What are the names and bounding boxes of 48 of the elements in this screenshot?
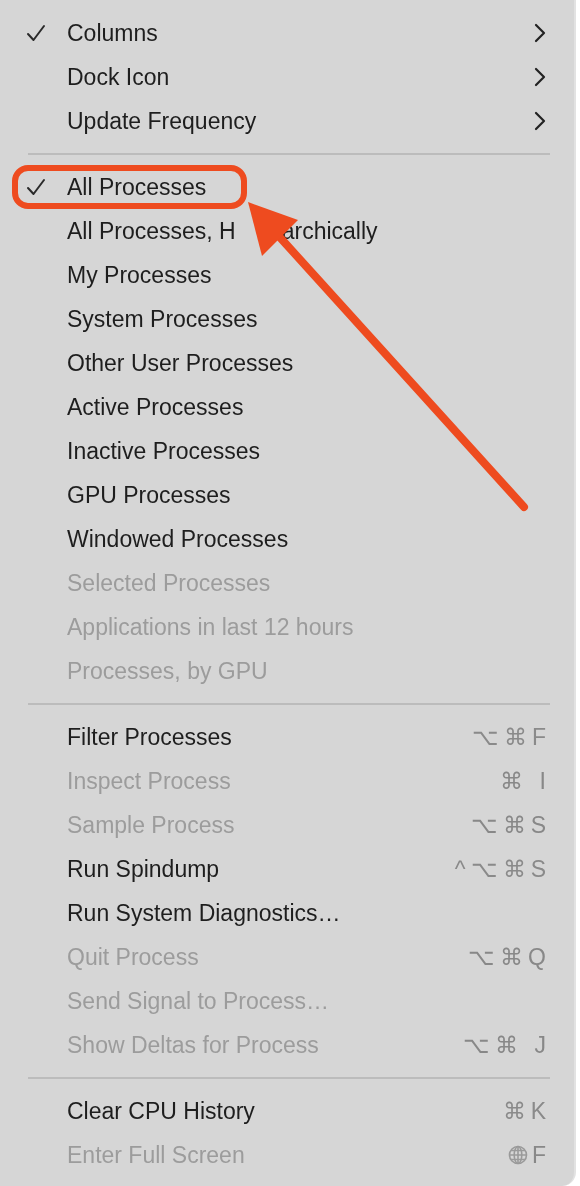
menu-item[interactable]: System Processes — [0, 297, 574, 341]
menu-item[interactable]: Update Frequency — [0, 99, 574, 143]
menu-item-label: Sample Process — [67, 811, 235, 839]
menu-item-label: My Processes — [67, 261, 212, 289]
keyboard-shortcut: ^⌥⌘S — [454, 855, 551, 883]
menu-item-label: All Processes, H — [67, 217, 236, 245]
menu-item[interactable]: Columns — [0, 11, 574, 55]
keyboard-shortcut: ⌥⌘F — [471, 723, 551, 751]
menu-item-label: System Processes — [67, 305, 258, 333]
menu-item-label: GPU Processes — [67, 481, 231, 509]
menu-item-label: Processes, by GPU — [67, 657, 268, 685]
menu-item[interactable]: Run Spindump ^⌥⌘S — [0, 847, 574, 891]
menu-item[interactable]: Other User Processes — [0, 341, 574, 385]
menu-item-label: Other User Processes — [67, 349, 294, 377]
menu-item-label: Update Frequency — [67, 107, 257, 135]
menu-item-label: Run Spindump — [67, 855, 220, 883]
keyboard-shortcut: ⌥⌘S — [470, 811, 551, 839]
menu-item-label: Quit Process — [67, 943, 199, 971]
menu-item[interactable]: Run System Diagnostics… — [0, 891, 574, 935]
keyboard-shortcut: ⌘ I — [500, 767, 551, 795]
menu-item-label: Show Deltas for Process — [67, 1031, 319, 1059]
menu-item-label: All Processes — [67, 173, 207, 201]
menu-item-label: Inspect Process — [67, 767, 231, 795]
menu-item[interactable]: My Processes — [0, 253, 574, 297]
menu-item-label: Send Signal to Process… — [67, 987, 330, 1015]
menu-item[interactable]: Windowed Processes — [0, 517, 574, 561]
menu-item[interactable]: Inactive Processes — [0, 429, 574, 473]
menu-item-label: Filter Processes — [67, 723, 232, 751]
keyboard-shortcut: ⌥⌘ J — [463, 1031, 551, 1059]
menu-item[interactable]: All Processes — [0, 165, 574, 209]
menu-item-label: Enter Full Screen — [67, 1141, 245, 1169]
menu-item-label: Active Processes — [67, 393, 244, 421]
keyboard-shortcut: ⌘K — [502, 1097, 551, 1125]
menu-item-label: Applications in last 12 hours — [67, 613, 354, 641]
menu-item[interactable]: Filter Processes ⌥⌘F — [0, 715, 574, 759]
menu-item-label: Windowed Processes — [67, 525, 289, 553]
keyboard-shortcut: ⌥⌘Q — [468, 943, 551, 971]
menu-item-label: Inactive Processes — [67, 437, 261, 465]
menu-item-label: Clear CPU History — [67, 1097, 255, 1125]
menu-item-label: Selected Processes — [67, 569, 271, 597]
keyboard-shortcut: F — [531, 1141, 551, 1169]
menu-item-label: Columns — [67, 19, 158, 47]
menu-item[interactable]: GPU Processes — [0, 473, 574, 517]
menu-item[interactable]: Active Processes — [0, 385, 574, 429]
menu-item-label: Run System Diagnostics… — [67, 899, 341, 927]
menu-item[interactable]: Dock Icon — [0, 55, 574, 99]
menu-item-label: Dock Icon — [67, 63, 170, 91]
menu-item[interactable]: Clear CPU History ⌘K — [0, 1089, 574, 1133]
